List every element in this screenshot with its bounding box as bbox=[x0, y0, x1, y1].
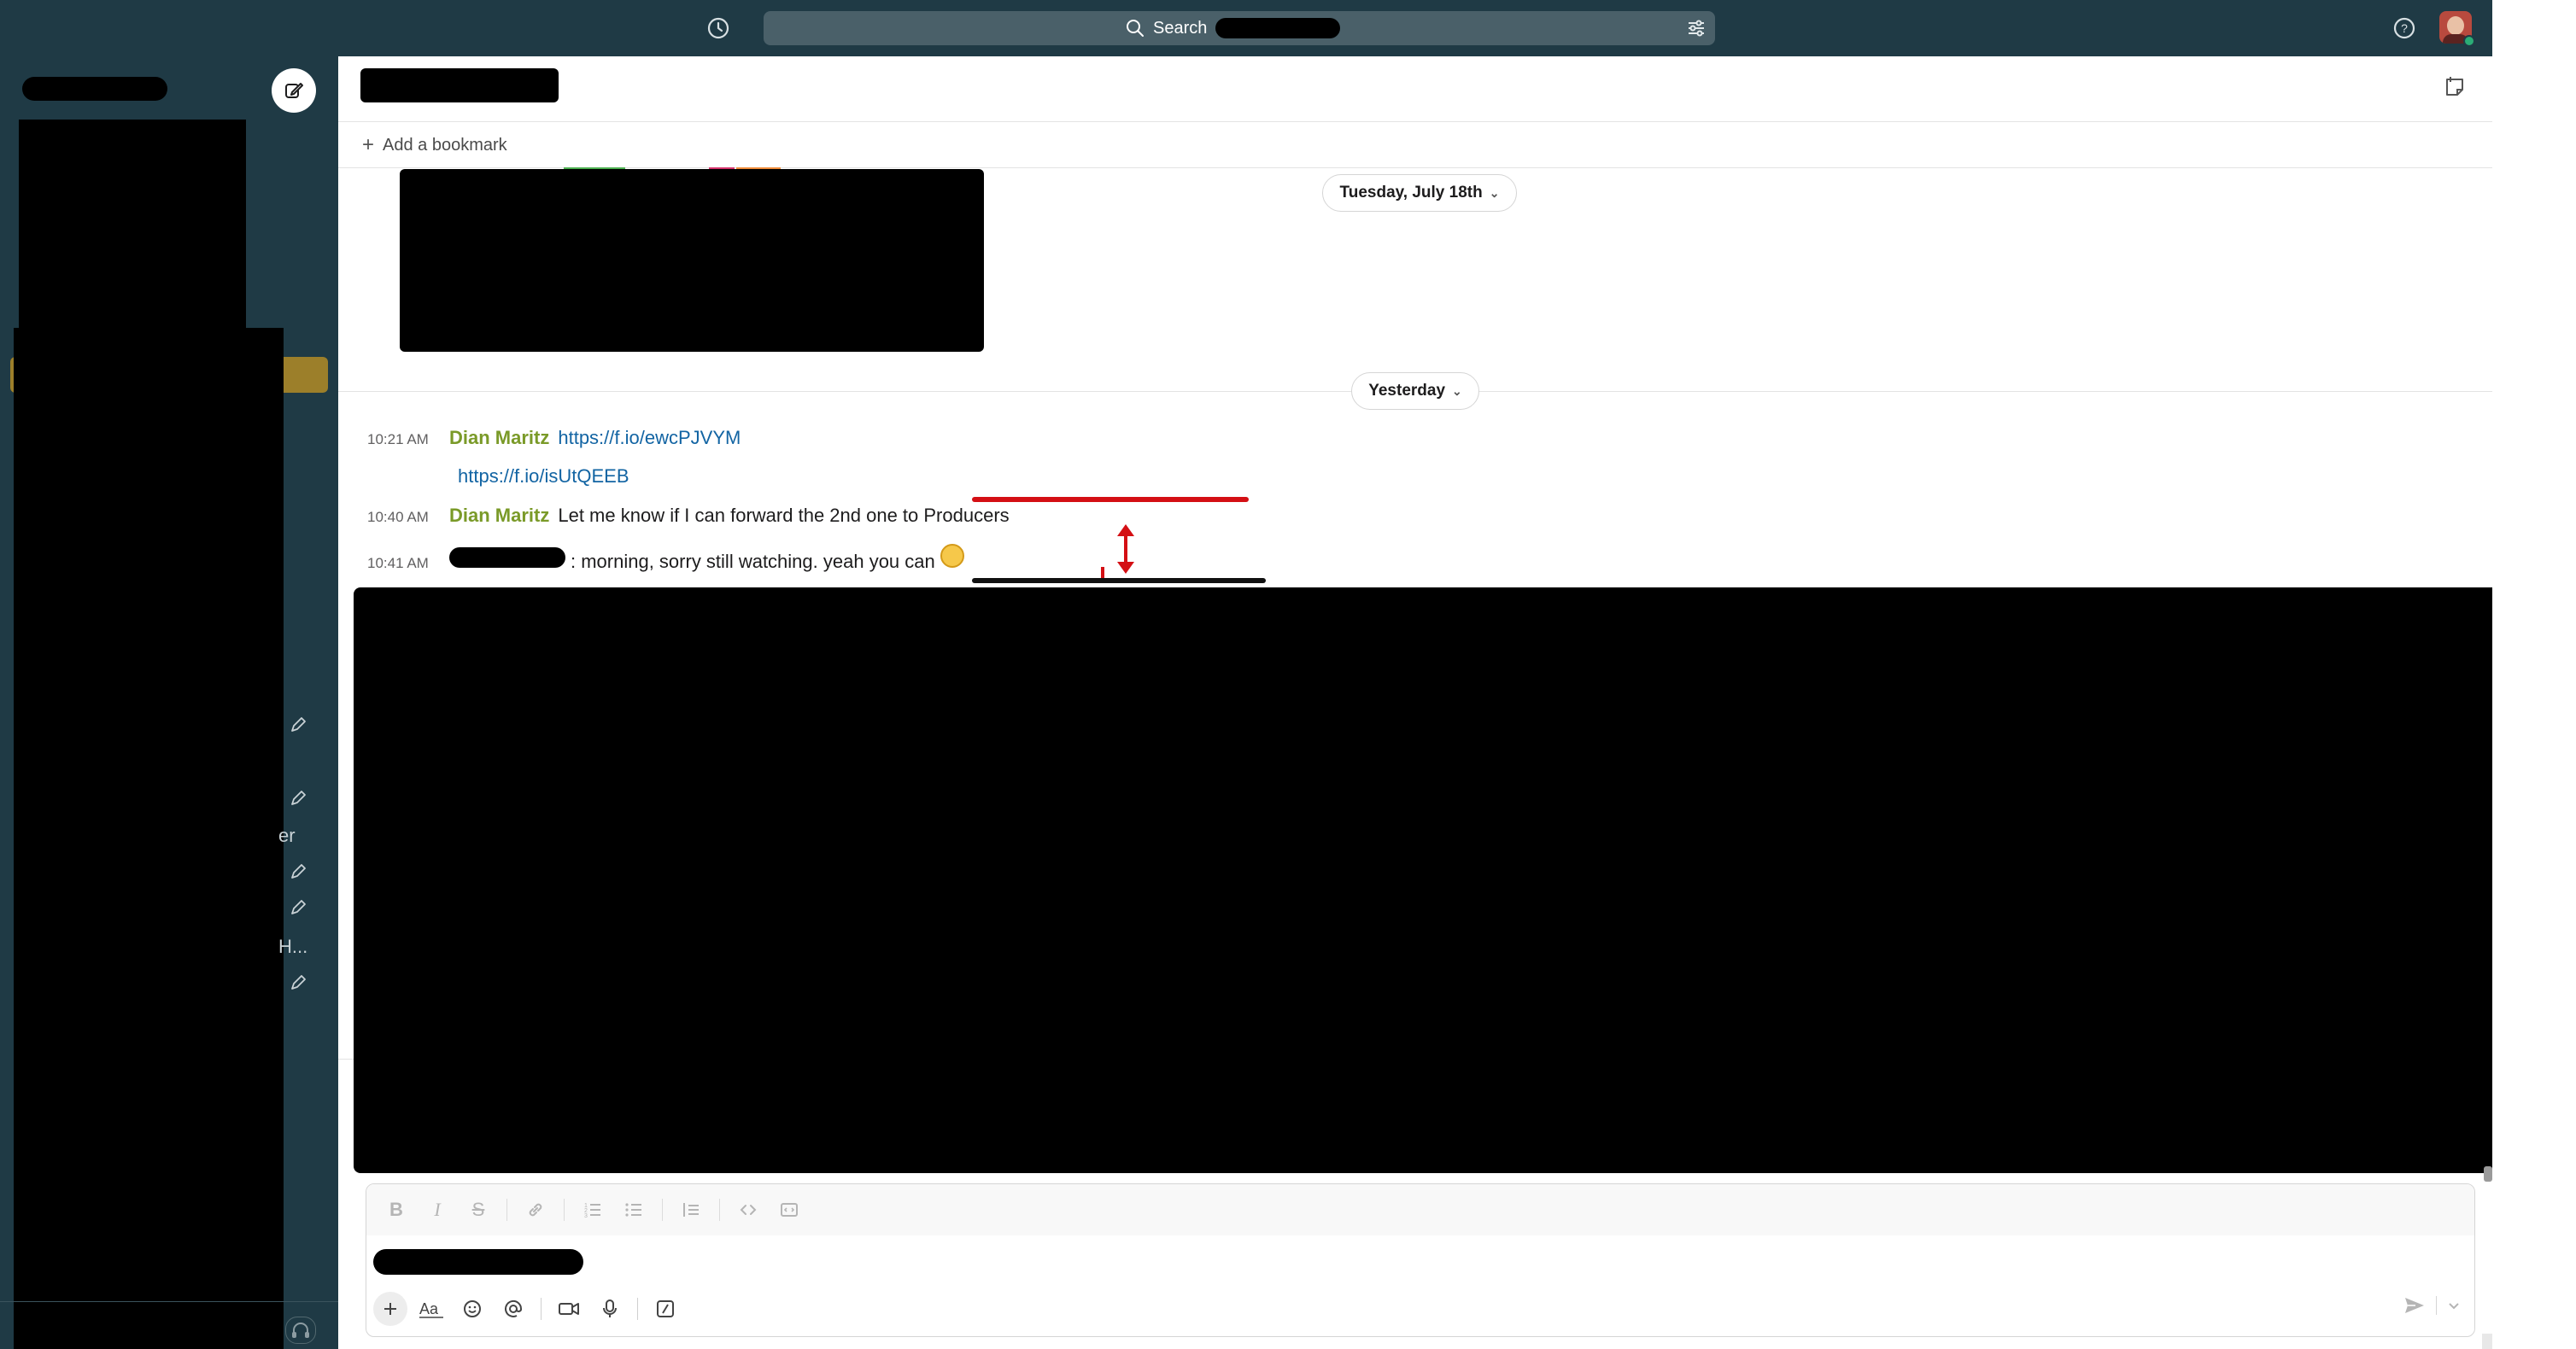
header-divider bbox=[338, 121, 2492, 122]
message-row[interactable]: https://f.io/isUtQEEB bbox=[458, 465, 629, 488]
message-timestamp[interactable]: 10:40 AM bbox=[367, 509, 441, 526]
compose-icon bbox=[285, 83, 303, 98]
pencil-icon[interactable] bbox=[289, 715, 307, 734]
slash-command-icon[interactable] bbox=[648, 1292, 682, 1326]
format-text-icon[interactable]: Aa bbox=[414, 1292, 448, 1326]
pencil-icon[interactable] bbox=[289, 973, 307, 992]
strikethrough-button[interactable]: S bbox=[462, 1194, 495, 1226]
search-icon bbox=[1127, 20, 1144, 37]
mention-icon[interactable] bbox=[496, 1292, 530, 1326]
sidebar-item-label[interactable]: er bbox=[278, 825, 313, 850]
svg-text:3: 3 bbox=[584, 1213, 588, 1219]
bookmark-divider bbox=[338, 167, 2492, 168]
slack-window: Search ? er H... + Add a bookmark Tuesda… bbox=[0, 0, 2576, 1349]
scrollbar-thumb[interactable] bbox=[2484, 1166, 2492, 1182]
svg-text:?: ? bbox=[2401, 21, 2408, 35]
pencil-icon[interactable] bbox=[289, 789, 307, 808]
chevron-down-icon: ⌄ bbox=[1489, 185, 1500, 200]
sidebar-item-label[interactable]: H... bbox=[278, 936, 313, 961]
search-label: Search bbox=[1153, 18, 1208, 38]
bold-button[interactable]: B bbox=[380, 1194, 413, 1226]
send-controls bbox=[2403, 1295, 2461, 1316]
ordered-list-icon[interactable]: 123 bbox=[577, 1194, 609, 1226]
pencil-icon[interactable] bbox=[289, 862, 307, 881]
composer-toolbar: Aa bbox=[373, 1290, 682, 1328]
add-bookmark-label: Add a bookmark bbox=[383, 135, 507, 155]
message-row[interactable]: 10:21 AM Dian Maritz https://f.io/ewcPJV… bbox=[367, 427, 741, 449]
top-bar: Search ? bbox=[0, 0, 2492, 56]
sidebar-footer-divider bbox=[0, 1301, 338, 1302]
send-icon[interactable] bbox=[2403, 1295, 2426, 1316]
redacted-message-draft[interactable] bbox=[373, 1249, 583, 1275]
double-arrow-icon bbox=[1117, 524, 1134, 574]
redacted-content-block bbox=[354, 587, 2542, 1173]
sliders-filter-icon[interactable] bbox=[1686, 18, 1707, 38]
sidebar: er H... bbox=[0, 56, 338, 1349]
message-text: : morning, sorry still watching. yeah yo… bbox=[571, 551, 935, 572]
chevron-down-icon: ⌄ bbox=[1452, 383, 1462, 398]
window-corner bbox=[2482, 1334, 2492, 1349]
date-divider-label: Yesterday bbox=[1368, 382, 1446, 400]
message-author[interactable]: Dian Maritz bbox=[449, 505, 549, 527]
redacted-channel-title[interactable] bbox=[360, 68, 559, 102]
search-input[interactable]: Search bbox=[764, 11, 1715, 45]
message-timestamp[interactable]: 10:21 AM bbox=[367, 431, 441, 448]
message-link[interactable]: https://f.io/isUtQEEB bbox=[458, 465, 629, 488]
formatting-toolbar: B I S 123 bbox=[366, 1184, 2474, 1235]
redacted-attachment[interactable] bbox=[400, 169, 984, 352]
annotation-red-line bbox=[972, 497, 1249, 502]
svg-text:Aa: Aa bbox=[419, 1300, 439, 1317]
link-icon[interactable] bbox=[519, 1194, 552, 1226]
compose-button[interactable] bbox=[272, 68, 316, 113]
plus-icon: + bbox=[362, 133, 375, 156]
bullet-list-icon[interactable] bbox=[618, 1194, 650, 1226]
canvas-icon[interactable] bbox=[2441, 73, 2468, 101]
redacted-workspace-name bbox=[1215, 18, 1341, 38]
code-block-icon[interactable] bbox=[773, 1194, 805, 1226]
headphones-icon bbox=[292, 1323, 309, 1338]
redacted-workspace-title[interactable] bbox=[22, 77, 167, 101]
relieved-face-emoji-icon bbox=[940, 544, 964, 568]
add-bookmark-button[interactable]: + Add a bookmark bbox=[362, 131, 507, 159]
redacted-author bbox=[449, 547, 565, 568]
code-icon[interactable] bbox=[732, 1194, 764, 1226]
presence-indicator bbox=[2463, 35, 2475, 47]
window-outside-area bbox=[2492, 0, 2576, 1349]
help-circle-icon[interactable]: ? bbox=[2392, 15, 2417, 41]
message-row[interactable]: 10:40 AM Dian Maritz Let me know if I ca… bbox=[367, 505, 1010, 527]
emoji-icon[interactable] bbox=[455, 1292, 489, 1326]
annotation-black-line bbox=[972, 578, 1266, 583]
italic-button[interactable]: I bbox=[421, 1194, 454, 1226]
blockquote-icon[interactable] bbox=[675, 1194, 707, 1226]
microphone-icon[interactable] bbox=[593, 1292, 627, 1326]
pencil-icon[interactable] bbox=[289, 898, 307, 917]
plus-icon[interactable] bbox=[373, 1292, 407, 1326]
date-divider-button[interactable]: Tuesday, July 18th ⌄ bbox=[1322, 174, 1517, 212]
chevron-down-icon[interactable] bbox=[2447, 1299, 2461, 1312]
redacted-sidebar-list bbox=[14, 328, 284, 1349]
huddle-button[interactable] bbox=[285, 1317, 316, 1344]
message-text: Let me know if I can forward the 2nd one… bbox=[558, 505, 1010, 526]
message-link[interactable]: https://f.io/ewcPJVYM bbox=[558, 427, 741, 449]
message-row[interactable]: 10:41 AM : morning, sorry still watching… bbox=[367, 544, 964, 573]
date-divider-label: Tuesday, July 18th bbox=[1339, 184, 1483, 201]
message-composer[interactable]: B I S 123 Aa bbox=[366, 1183, 2475, 1337]
video-icon[interactable] bbox=[552, 1292, 586, 1326]
date-divider-button[interactable]: Yesterday ⌄ bbox=[1351, 372, 1479, 410]
clock-history-icon[interactable] bbox=[705, 15, 731, 41]
message-timestamp[interactable]: 10:41 AM bbox=[367, 555, 441, 572]
message-author[interactable]: Dian Maritz bbox=[449, 427, 549, 449]
